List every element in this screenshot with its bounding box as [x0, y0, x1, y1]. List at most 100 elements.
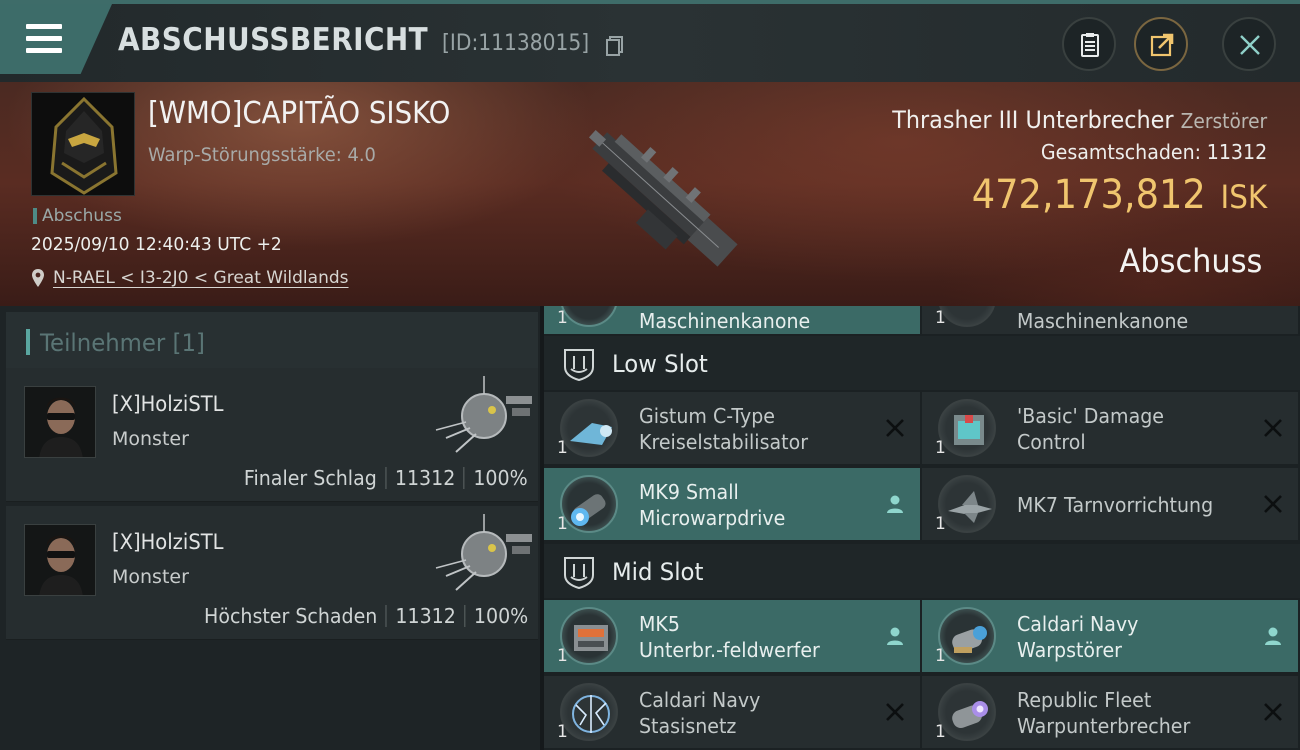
victim-ship-image [588, 129, 738, 267]
module-tile[interactable]: 1 MK7 Tarnvorrichtung [922, 468, 1298, 540]
interdiction-launcher-icon [560, 607, 618, 665]
module-quantity: 1 [557, 514, 568, 534]
clipboard-button[interactable] [1062, 17, 1116, 71]
kill-type-tag: Abschuss [33, 206, 122, 226]
module-quantity: 1 [557, 438, 568, 458]
participant-percent: 100% [473, 466, 528, 490]
participants-header: Teilnehmer [1] [6, 312, 538, 372]
kill-timestamp: 2025/09/10 12:40:43 UTC +2 [31, 234, 282, 255]
low-slot-header: Low Slot [544, 336, 1300, 390]
total-damage-value: 11312 [1206, 140, 1267, 164]
mid-slot-icon [564, 557, 594, 589]
close-icon [1240, 35, 1260, 55]
ship-class: Zerstörer [1180, 109, 1267, 133]
destroyed-icon [886, 419, 904, 437]
module-tile[interactable]: 1 'Basic' Damage Control [922, 392, 1298, 464]
low-slot-icon [564, 349, 594, 381]
module-tile[interactable]: 1 Maschinenkanone [922, 306, 1298, 334]
kill-result: Abschuss [1119, 242, 1262, 280]
participant-role: Finaler Schlag [244, 466, 378, 490]
destroyed-icon [886, 703, 904, 721]
autocannon-icon [938, 306, 996, 327]
avatar [24, 386, 96, 458]
victim-avatar-image [32, 93, 134, 195]
participant-ship: Monster [112, 428, 189, 450]
module-name: Caldari Navy Stasisnetz [639, 688, 761, 738]
participants-title: Teilnehmer [1] [40, 329, 205, 357]
ship-type: Thrasher III Unterbrecher [892, 106, 1174, 134]
isk-value: 472,173,812 ISK [971, 172, 1267, 218]
module-tile[interactable]: 1 Republic Fleet Warpunterbrecher [922, 676, 1298, 748]
module-tile[interactable]: 1 Maschinenkanone [544, 306, 920, 334]
module-quantity: 1 [557, 722, 568, 742]
microwarpdrive-icon [560, 475, 618, 533]
participant-stats: Höchster Schaden 11312 100% [204, 604, 528, 628]
kill-location[interactable]: N-RAEL < I3-2J0 < Great Wildlands [31, 268, 349, 288]
module-name: 'Basic' Damage Control [1017, 404, 1164, 454]
stasis-web-icon [560, 683, 618, 741]
participant-ship-icon [435, 376, 532, 453]
top-bar: ABSCHUSSBERICHT [ID:11138015] [0, 0, 1300, 82]
module-quantity: 1 [935, 438, 946, 458]
cloaking-device-icon [938, 475, 996, 533]
location-pin-icon [32, 269, 44, 287]
module-name: Republic Fleet Warpunterbrecher [1017, 688, 1191, 738]
copy-icon[interactable] [606, 36, 624, 56]
module-tile[interactable]: 1 Caldari Navy Stasisnetz [544, 676, 920, 748]
avatar [24, 524, 96, 596]
warp-strength: Warp-Störungsstärke: 4.0 [148, 144, 376, 166]
module-tile[interactable]: 1 MK5 Unterbr.-feldwerfer [544, 600, 920, 672]
mid-slot-header: Mid Slot [544, 544, 1300, 598]
participants-count: [1] [172, 329, 205, 357]
low-slot-label: Low Slot [612, 350, 708, 378]
gyrostabilizer-icon [560, 399, 618, 457]
victim-ship-name[interactable]: Thrasher III Unterbrecher Zerstörer [892, 106, 1267, 134]
module-name: Caldari Navy Warpstörer [1017, 612, 1139, 662]
participant-role: Höchster Schaden [203, 604, 378, 628]
module-name: Maschinenkanone [639, 309, 811, 333]
module-quantity: 1 [935, 646, 946, 666]
module-quantity: 1 [935, 514, 946, 534]
total-damage-label: Gesamtschaden: [1040, 140, 1201, 164]
participant-card[interactable]: [X]HolziSTL Monster Finaler Schlag 11312 1… [6, 368, 538, 502]
warp-scrambler-icon [938, 607, 996, 665]
participant-damage: 11312 [395, 604, 456, 628]
module-quantity: 1 [935, 308, 946, 328]
warp-disruptor-icon [938, 683, 996, 741]
menu-button[interactable] [0, 4, 112, 74]
close-button[interactable] [1222, 17, 1276, 71]
autocannon-icon [560, 306, 618, 327]
destroyed-icon [1264, 419, 1282, 437]
module-tile[interactable]: 1 Caldari Navy Warpstörer [922, 600, 1298, 672]
participant-name[interactable]: [X]HolziSTL [112, 530, 224, 554]
participant-stats: Finaler Schlag 11312 100% [244, 466, 528, 490]
module-name: MK5 Unterbr.-feldwerfer [639, 612, 820, 662]
victim-portrait[interactable] [31, 92, 135, 196]
module-name: Gistum C-Type Kreiselstabilisator [639, 404, 809, 454]
module-tile[interactable]: 1 MK9 Small Microwarpdrive [544, 468, 920, 540]
participant-ship: Monster [112, 566, 189, 588]
module-name: MK7 Tarnvorrichtung [1017, 493, 1214, 517]
participant-damage: 11312 [395, 466, 456, 490]
mid-slot-label: Mid Slot [612, 558, 704, 586]
module-quantity: 1 [557, 646, 568, 666]
module-quantity: 1 [557, 308, 568, 328]
menu-icon [26, 24, 62, 54]
share-button[interactable] [1134, 17, 1188, 71]
module-tile[interactable]: 1 Gistum C-Type Kreiselstabilisator [544, 392, 920, 464]
participant-card[interactable]: [X]HolziSTL Monster Höchster Schaden 1131… [6, 506, 538, 640]
victim-name[interactable]: [WMO]CAPITÃO SISKO [148, 96, 450, 131]
fitting-panel[interactable]: 1 Maschinenkanone 1 Maschinenkanone Low … [544, 306, 1300, 750]
clipboard-icon [1081, 33, 1099, 57]
participant-name[interactable]: [X]HolziSTL [112, 392, 224, 416]
page-title: ABSCHUSSBERICHT [118, 22, 429, 58]
destroyed-icon [1264, 703, 1282, 721]
location-link[interactable]: N-RAEL < I3-2J0 < Great Wildlands [53, 268, 349, 288]
dropped-person-icon [1265, 627, 1281, 645]
dropped-person-icon [887, 627, 903, 645]
total-damage: Gesamtschaden: 11312 [1041, 140, 1267, 164]
isk-unit: ISK [1220, 178, 1267, 216]
module-quantity: 1 [935, 722, 946, 742]
dropped-person-icon [887, 495, 903, 513]
report-id: [ID:11138015] [442, 31, 590, 56]
